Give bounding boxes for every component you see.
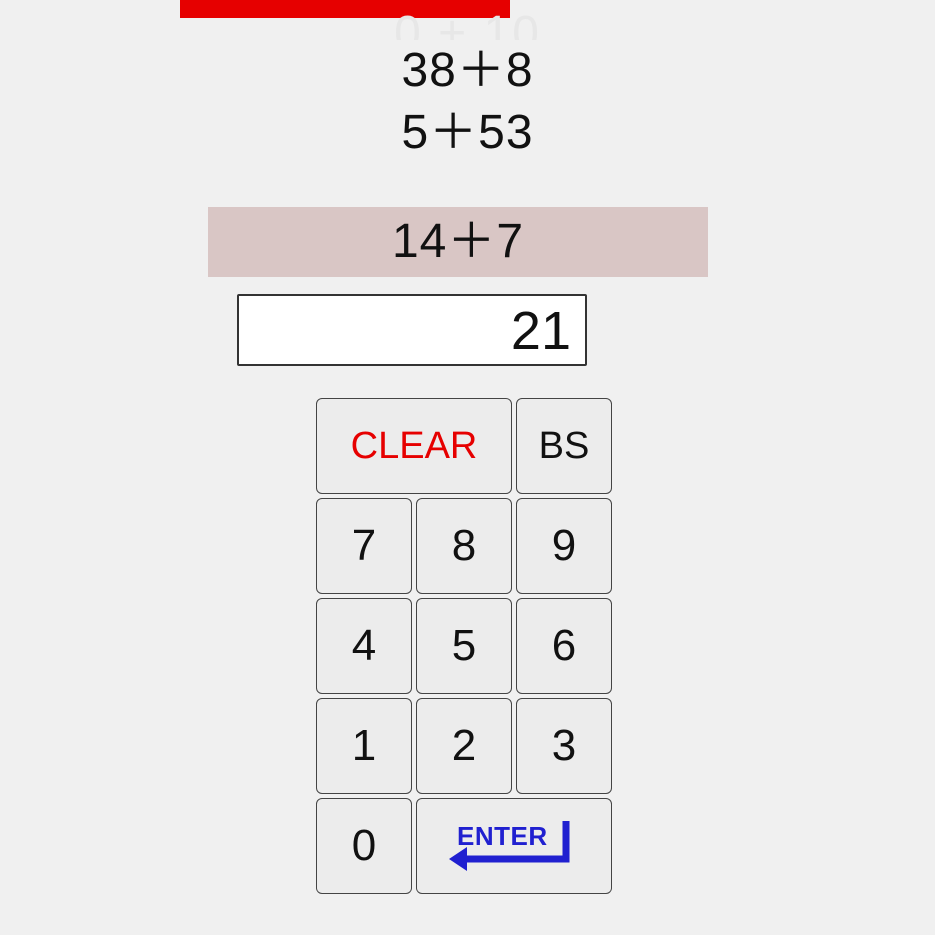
clear-label: CLEAR xyxy=(351,425,478,468)
key-2[interactable]: 2 xyxy=(416,698,512,794)
backspace-button[interactable]: BS xyxy=(516,398,612,494)
question-prev-2: 38＋8 xyxy=(0,40,935,102)
key-0[interactable]: 0 xyxy=(316,798,412,894)
question-current: 14＋7 xyxy=(208,207,708,277)
question-stack: 0 + 10 38＋8 5＋53 xyxy=(0,10,935,165)
key-8[interactable]: 8 xyxy=(416,498,512,594)
game-stage: 0 + 10 38＋8 5＋53 14＋7 21 CLEAR BS 7 8 9 … xyxy=(0,0,935,935)
key-5[interactable]: 5 xyxy=(416,598,512,694)
answer-input[interactable]: 21 xyxy=(237,294,587,366)
key-1[interactable]: 1 xyxy=(316,698,412,794)
question-faded: 0 + 10 xyxy=(0,10,935,40)
clear-button[interactable]: CLEAR xyxy=(316,398,512,494)
key-4[interactable]: 4 xyxy=(316,598,412,694)
key-9[interactable]: 9 xyxy=(516,498,612,594)
key-3[interactable]: 3 xyxy=(516,698,612,794)
enter-arrow-icon xyxy=(437,815,597,879)
enter-button[interactable]: ENTER xyxy=(416,798,612,894)
backspace-label: BS xyxy=(539,425,590,468)
question-prev-1: 5＋53 xyxy=(0,102,935,164)
key-7[interactable]: 7 xyxy=(316,498,412,594)
keypad: CLEAR BS 7 8 9 4 5 6 1 2 3 0 ENTER xyxy=(316,398,616,898)
key-6[interactable]: 6 xyxy=(516,598,612,694)
